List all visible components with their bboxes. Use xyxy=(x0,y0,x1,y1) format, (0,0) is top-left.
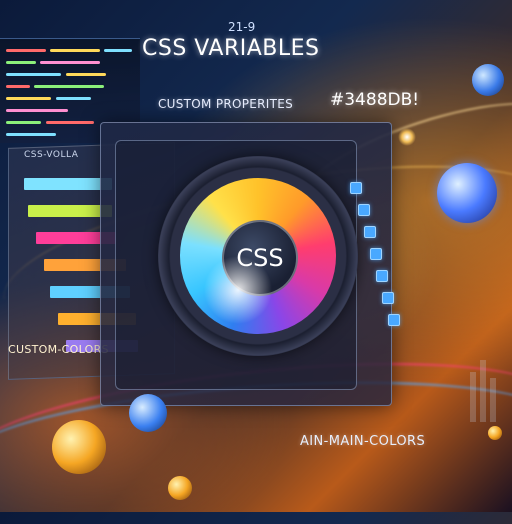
code-line xyxy=(6,121,41,124)
toolbar-button[interactable] xyxy=(376,270,388,282)
toolbar-button[interactable] xyxy=(358,204,370,216)
main-colors-label: AIN-MAIN-COLORS xyxy=(300,434,426,449)
code-line xyxy=(6,97,51,100)
version-number: 21-9 xyxy=(228,20,256,34)
code-line xyxy=(6,73,61,76)
code-line xyxy=(6,49,46,52)
decorative-bar xyxy=(470,372,476,422)
blue-orb xyxy=(437,163,497,223)
code-line xyxy=(104,49,132,52)
toolbar-button[interactable] xyxy=(370,248,382,260)
code-line xyxy=(66,73,106,76)
gold-orb xyxy=(52,420,106,474)
code-line xyxy=(46,121,94,124)
code-line xyxy=(50,49,100,52)
code-line xyxy=(6,133,56,136)
toolbar-button[interactable] xyxy=(364,226,376,238)
page-title: CSS VARIABLES xyxy=(142,36,320,61)
hex-code-label: #3488DB! xyxy=(330,90,420,110)
gold-orb xyxy=(488,426,502,440)
swatch-panel-title: CSS-VOLLA xyxy=(24,150,79,160)
gold-orb xyxy=(168,476,192,500)
decorative-bar xyxy=(490,378,496,422)
code-line xyxy=(6,85,30,88)
toolbar-button[interactable] xyxy=(350,182,362,194)
decorative-bar xyxy=(480,360,486,422)
code-line xyxy=(56,97,91,100)
code-line xyxy=(6,109,68,112)
blue-orb xyxy=(129,394,167,432)
custom-colors-label: CUSTOM-COLORS xyxy=(8,343,109,356)
color-swatch[interactable] xyxy=(24,178,112,190)
light-flare xyxy=(198,250,278,330)
code-line xyxy=(34,85,104,88)
toolbar-button[interactable] xyxy=(382,292,394,304)
orange-glow-orb xyxy=(398,128,416,146)
code-line xyxy=(40,61,100,64)
toolbar-button[interactable] xyxy=(388,314,400,326)
page-subtitle: CUSTOM PROPERITES xyxy=(158,97,294,111)
code-line xyxy=(6,61,36,64)
blue-orb xyxy=(472,64,504,96)
